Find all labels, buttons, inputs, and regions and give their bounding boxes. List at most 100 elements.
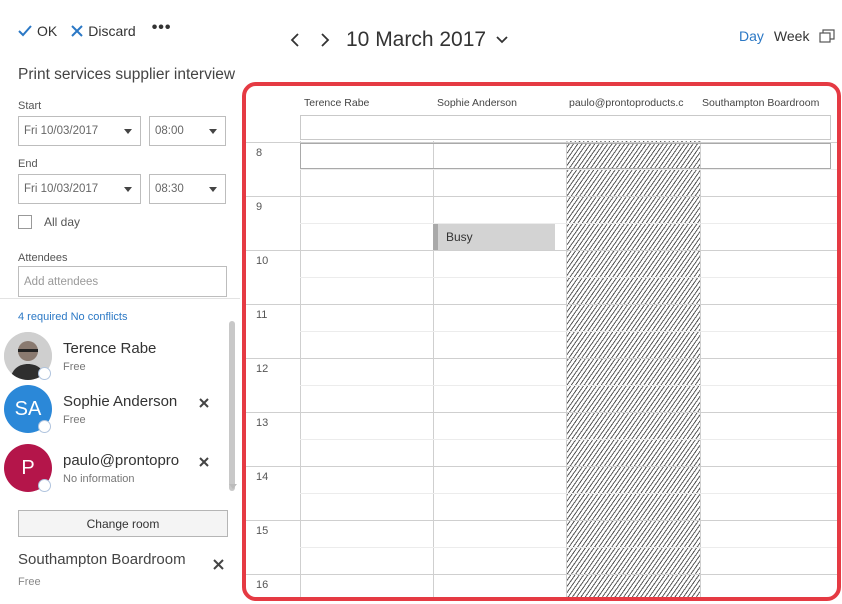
remove-attendee-icon[interactable]	[197, 455, 211, 469]
command-toolbar: OK Discard •••	[18, 19, 172, 42]
hour-label: 9	[256, 201, 263, 213]
attendee-item[interactable]: SA Sophie Anderson Free	[4, 385, 230, 437]
date-picker-button[interactable]: 10 March 2017	[346, 28, 508, 52]
hour-label: 11	[256, 309, 268, 321]
room-name: Southampton Boardroom	[18, 551, 186, 568]
end-date-dropdown[interactable]: Fri 10/03/2017	[18, 174, 141, 204]
presence-status-icon	[38, 420, 51, 433]
end-label: End	[18, 158, 38, 170]
date-title: 10 March 2017	[346, 28, 487, 51]
all-day-checkbox[interactable]	[18, 215, 32, 229]
column-header-paulo: paulo@prontoproducts.c	[569, 97, 684, 109]
hour-label: 13	[256, 417, 269, 429]
day-view-button[interactable]: Day	[739, 28, 764, 44]
half-hour-gridline	[300, 331, 837, 332]
hour-gridline	[246, 574, 837, 575]
close-icon	[71, 25, 83, 37]
hour-gridline	[246, 358, 837, 359]
start-date-dropdown[interactable]: Fri 10/03/2017	[18, 116, 141, 146]
all-day-option: All day	[18, 215, 80, 229]
hour-gridline	[246, 250, 837, 251]
start-time-dropdown[interactable]: 08:00	[149, 116, 226, 146]
schedule-grid-body: Terence Rabe Sophie Anderson paulo@pront…	[246, 86, 837, 597]
required-attendees-summary[interactable]: 4 required No conflicts	[18, 311, 127, 323]
half-hour-gridline	[300, 439, 837, 440]
ok-label: OK	[37, 23, 58, 39]
start-date-value: Fri 10/03/2017	[24, 125, 99, 137]
end-time-value: 08:30	[155, 183, 184, 195]
attendee-item[interactable]: Terence Rabe Free	[4, 332, 230, 384]
end-date-value: Fri 10/03/2017	[24, 183, 99, 195]
caret-down-icon	[124, 187, 132, 192]
attendee-name: Sophie Anderson	[63, 393, 178, 410]
divider	[0, 298, 240, 299]
presence-status-icon	[38, 367, 51, 380]
chevron-down-icon	[496, 36, 508, 44]
column-header-room: Southampton Boardroom	[702, 97, 820, 109]
selected-time-slot[interactable]	[300, 143, 831, 169]
attendee-name: Terence Rabe	[63, 340, 157, 357]
week-view-button[interactable]: Week	[774, 28, 810, 44]
previous-day-button[interactable]	[284, 29, 306, 51]
remove-room-icon[interactable]	[212, 558, 225, 571]
add-attendees-input[interactable]: Add attendees	[18, 266, 227, 297]
column-divider	[700, 141, 701, 597]
no-information-block	[566, 141, 700, 597]
attendee-name: paulo@prontopro	[63, 452, 180, 469]
view-switcher: Day Week	[739, 28, 836, 44]
column-header-sophie: Sophie Anderson	[437, 97, 517, 109]
all-day-events-row[interactable]	[300, 115, 831, 140]
more-options-button[interactable]: •••	[152, 19, 172, 37]
presence-status-icon	[38, 479, 51, 492]
scroll-down-icon[interactable]	[229, 484, 237, 489]
half-hour-gridline	[300, 169, 837, 170]
discard-button[interactable]: Discard	[71, 23, 136, 39]
caret-down-icon	[209, 187, 217, 192]
start-label: Start	[18, 100, 42, 112]
end-time-dropdown[interactable]: 08:30	[149, 174, 226, 204]
hour-gridline	[246, 412, 837, 413]
chevron-left-icon	[290, 33, 299, 47]
hour-label: 15	[256, 525, 269, 537]
all-day-label: All day	[44, 215, 81, 229]
hour-gridline	[246, 304, 837, 305]
scheduling-assistant-grid: Terence Rabe Sophie Anderson paulo@pront…	[242, 82, 841, 601]
chevron-right-icon	[321, 33, 330, 47]
busy-block[interactable]: Busy	[433, 224, 555, 250]
remove-attendee-icon[interactable]	[197, 396, 211, 410]
half-hour-gridline	[300, 493, 837, 494]
caret-down-icon	[124, 129, 132, 134]
checkmark-icon	[18, 25, 32, 37]
hour-gridline	[246, 520, 837, 521]
hour-label: 8	[256, 147, 263, 159]
room-status: Free	[18, 576, 41, 588]
half-hour-gridline	[300, 223, 837, 224]
attendee-status: No information	[63, 473, 135, 485]
hour-label: 14	[256, 471, 269, 483]
attendee-status: Free	[63, 361, 86, 373]
attendee-item[interactable]: P paulo@prontopro No information	[4, 444, 230, 496]
next-day-button[interactable]	[314, 29, 336, 51]
ok-button[interactable]: OK	[18, 23, 57, 39]
attendees-label: Attendees	[18, 252, 68, 264]
column-divider	[433, 141, 434, 597]
hour-label: 10	[256, 255, 269, 267]
hour-label: 12	[256, 363, 269, 375]
half-hour-gridline	[300, 277, 837, 278]
hour-label: 16	[256, 579, 269, 591]
caret-down-icon	[209, 129, 217, 134]
attendee-list-scrollbar[interactable]	[229, 321, 235, 491]
discard-label: Discard	[88, 23, 136, 39]
date-navigation: 10 March 2017	[284, 26, 508, 54]
change-room-button[interactable]: Change room	[18, 510, 228, 537]
half-hour-gridline	[300, 385, 837, 386]
column-header-terence: Terence Rabe	[304, 97, 370, 109]
column-divider	[300, 141, 301, 597]
event-subject[interactable]: Print services supplier interview	[18, 66, 246, 88]
hour-gridline	[246, 466, 837, 467]
popout-icon[interactable]	[819, 29, 836, 43]
attendee-status: Free	[63, 414, 86, 426]
event-form: Print services supplier interview Start …	[18, 66, 246, 297]
column-divider	[566, 141, 567, 597]
hour-gridline	[246, 196, 837, 197]
